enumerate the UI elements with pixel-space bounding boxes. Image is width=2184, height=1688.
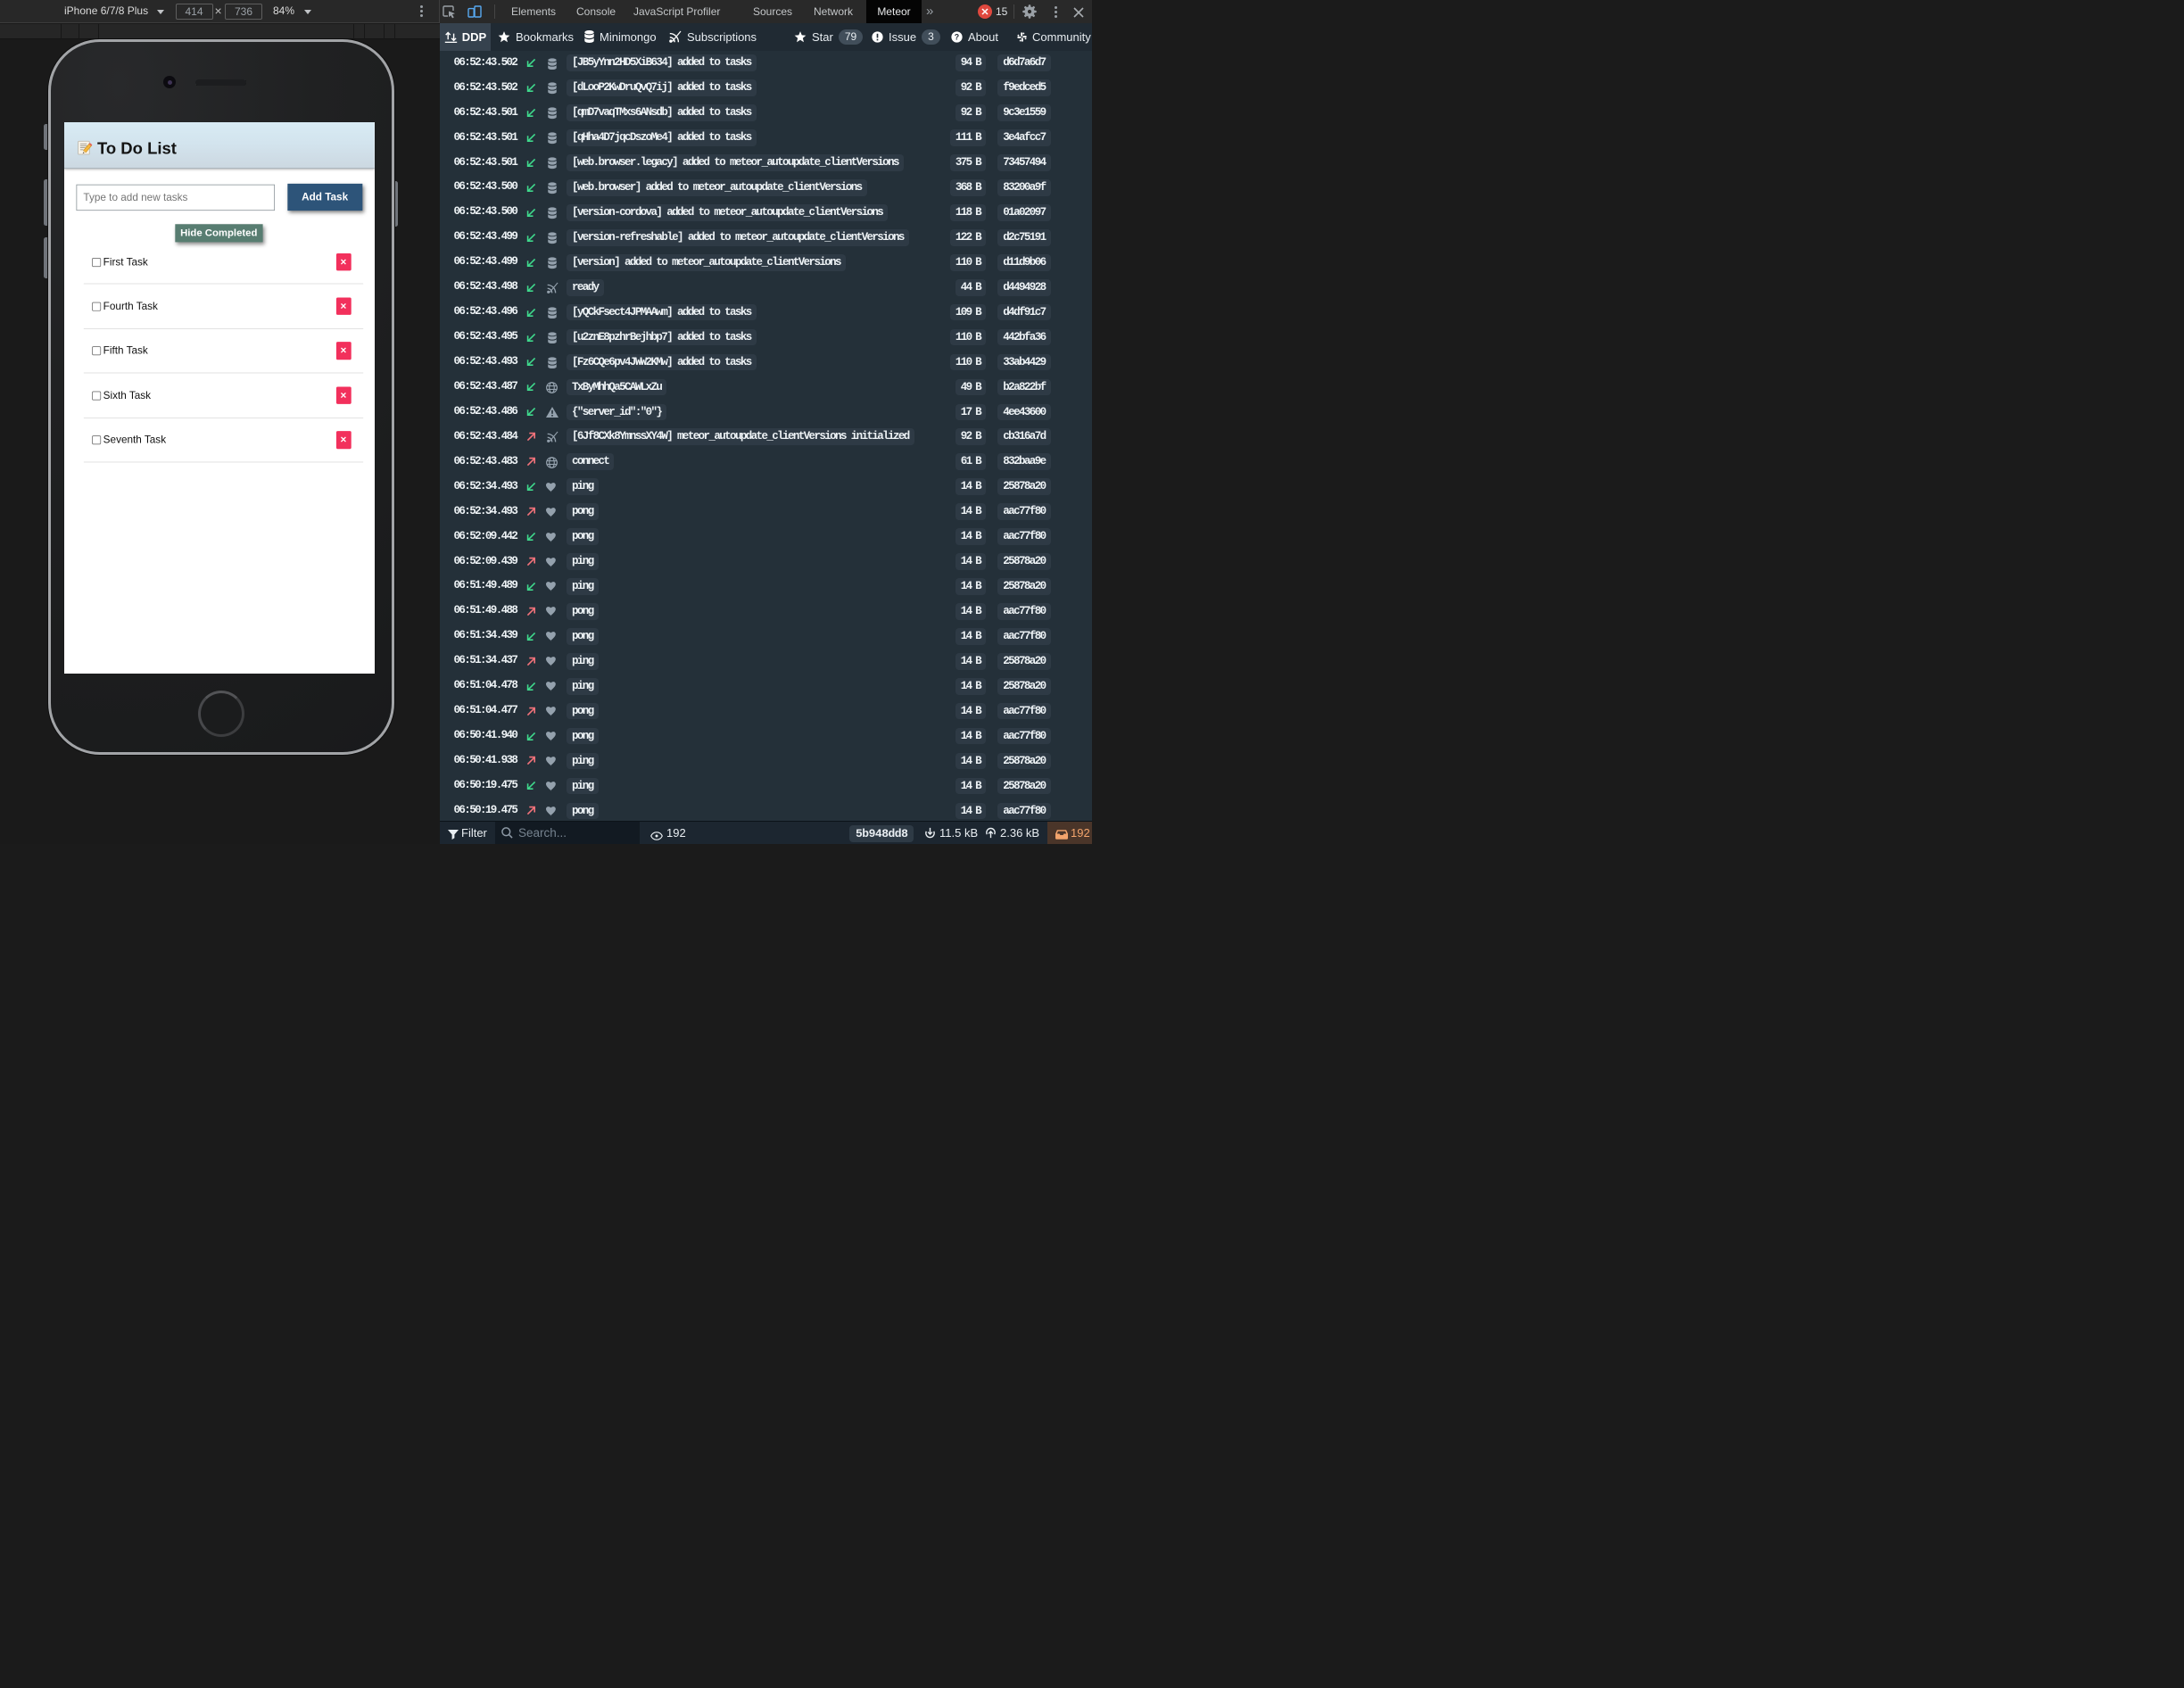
svg-text:?: ? <box>955 32 959 41</box>
